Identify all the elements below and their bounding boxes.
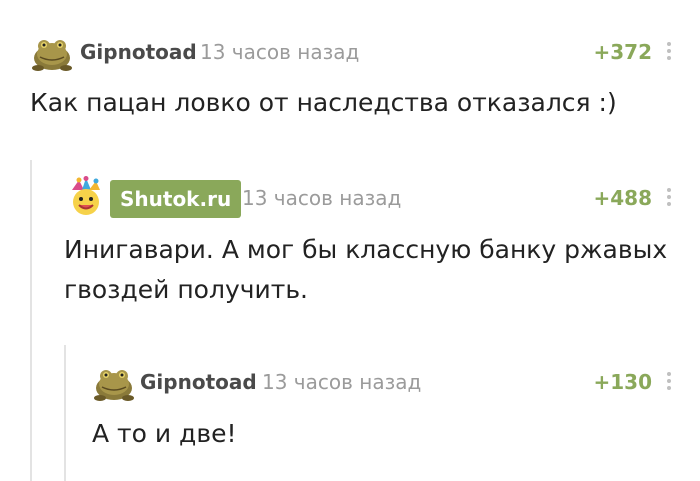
rating-value: +130 xyxy=(593,370,652,394)
comment-text: А то и две! xyxy=(92,419,237,448)
comment-3: Gipnotoad 13 часов назад +130 А то и две… xyxy=(0,0,700,481)
timestamp[interactable]: 13 часов назад xyxy=(262,370,421,394)
more-options-icon[interactable] xyxy=(667,372,673,393)
author-name[interactable]: Gipnotoad xyxy=(140,370,257,394)
toad-avatar-icon[interactable] xyxy=(92,360,136,404)
